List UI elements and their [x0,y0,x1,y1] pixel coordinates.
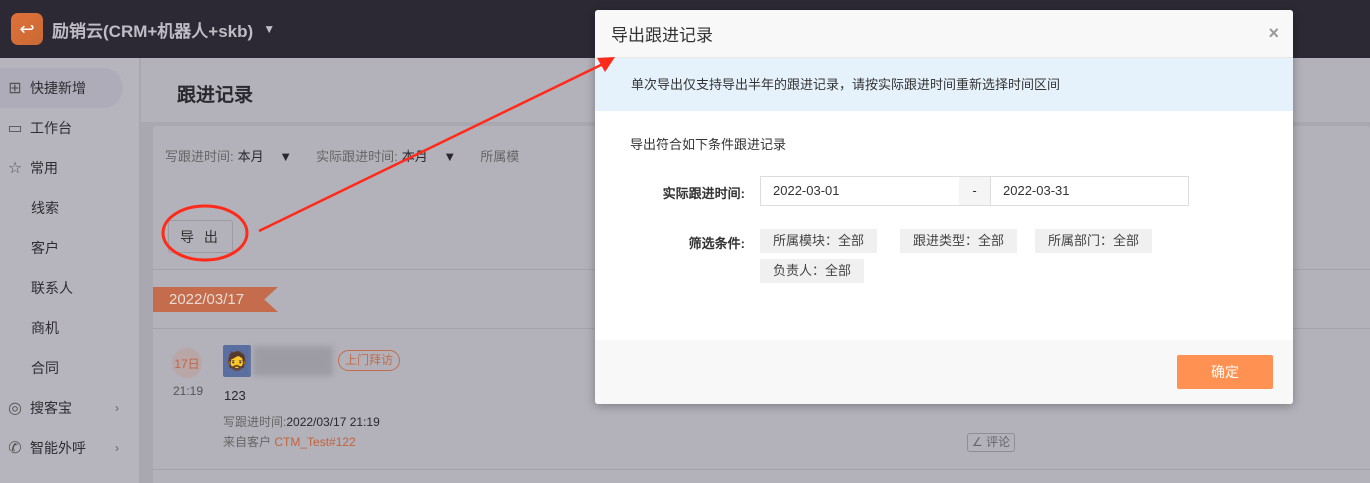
star-icon: ☆ [7,160,23,177]
close-icon[interactable]: × [1268,23,1279,44]
sidebar-item-contacts[interactable]: 联系人 [0,268,123,308]
sidebar-item-contracts[interactable]: 合同 [0,348,123,388]
meta-label: 写跟进时间: [223,415,287,429]
record-day: 17日 [172,348,202,378]
date-from-input[interactable]: 2022-03-01 [760,176,960,206]
confirm-button[interactable]: 确定 [1177,355,1273,389]
export-button[interactable]: 导 出 [168,220,233,253]
filter-label: 写跟进时间: [165,149,234,164]
chip-owner: 负责人：全部 [760,259,865,283]
divider [153,469,1370,470]
sidebar-item-leads[interactable]: 线索 [0,188,123,228]
sidebar-item-workbench[interactable]: ▭ 工作台 [0,108,123,148]
sidebar-item-label: 快捷新增 [30,80,86,96]
chevron-right-icon: › [115,441,119,455]
record-content: 123 [224,388,246,403]
dialog-header: 导出跟进记录 [595,10,1293,58]
sidebar-item-label: 搜客宝 [30,400,72,416]
filter-label: 实际跟进时间: [316,149,398,164]
meta-label: 来自客户 [223,435,272,449]
record-source: 来自客户 CTM_Test#122 [223,433,356,450]
blurred-username [253,346,333,376]
date-tag: 2022/03/17 [153,287,278,312]
caret-down-icon: ▼ [443,149,457,164]
phone-icon: ✆ [8,440,22,457]
search-globe-icon: ◎ [8,400,22,417]
filter-module[interactable]: 所属模 [480,146,519,165]
sidebar-item-opportunities[interactable]: 商机 [0,308,123,348]
date-range-label: 实际跟进时间: [662,186,745,201]
sidebar: ⊞ 快捷新增 ▭ 工作台 ☆ 常用 线索 客户 联系人 商机 合同 ◎ 搜客宝 › ✆ 智能… [0,58,140,483]
comment-label: 评论 [986,435,1011,449]
chip-department: 所属部门：全部 [1035,229,1153,253]
record-time: 21:19 [173,384,204,398]
chevron-down-icon[interactable]: ▼ [263,22,275,36]
add-box-icon: ⊞ [8,80,22,97]
info-banner: 单次导出仅支持导出半年的跟进记录，请按实际跟进时间重新选择时间区间 [595,58,1293,111]
sidebar-item-common[interactable]: ☆ 常用 [0,148,123,188]
edit-icon: ∠ [972,435,987,449]
date-to-input[interactable]: 2022-03-31 [990,176,1189,206]
app-title[interactable]: 励销云(CRM+机器人+skb) [52,17,253,42]
avatar: 🧔 [223,345,251,377]
sidebar-item-smart-call[interactable]: ✆ 智能外呼 › [0,428,123,468]
page-title: 跟进记录 [177,85,254,106]
comment-button[interactable]: ∠ 评论 [967,433,1016,452]
sidebar-item-quick-add[interactable]: ⊞ 快捷新增 [0,68,123,108]
filter-value: 本月 [237,149,264,164]
dialog-subtitle: 导出符合如下条件跟进记录 [630,137,787,152]
filter-value: 本月 [401,149,428,164]
dialog-title: 导出跟进记录 [611,26,713,45]
caret-down-icon: ▼ [279,149,293,164]
filter-actual-time[interactable]: 实际跟进时间: 本月 ▼ [316,146,470,165]
meta-value: 2022/03/17 21:19 [286,415,380,429]
export-dialog: 导出跟进记录 × 单次导出仅支持导出半年的跟进记录，请按实际跟进时间重新选择时间… [595,10,1293,404]
monitor-icon: ▭ [7,120,23,137]
record-write-time: 写跟进时间:2022/03/17 21:19 [223,413,380,430]
sidebar-item-label: 智能外呼 [30,440,86,456]
chevron-right-icon: › [115,401,119,415]
sidebar-item-customers[interactable]: 客户 [0,228,123,268]
sidebar-item-label: 工作台 [30,120,72,136]
date-separator: - [959,176,990,206]
sidebar-item-soukebao[interactable]: ◎ 搜客宝 › [0,388,123,428]
chip-module: 所属模块：全部 [760,229,878,253]
filter-conditions-label: 筛选条件: [688,236,745,251]
chip-followup-type: 跟进类型：全部 [900,229,1018,253]
sidebar-item-label: 常用 [30,160,58,176]
filter-row: 写跟进时间: 本月 ▼ 实际跟进时间: 本月 ▼ 所属模 [165,146,519,165]
filter-write-time[interactable]: 写跟进时间: 本月 ▼ [165,146,306,165]
followup-type-tag: 上门拜访 [338,350,401,371]
app-logo-icon: ↩ [11,13,43,45]
customer-link[interactable]: CTM_Test#122 [274,435,355,449]
